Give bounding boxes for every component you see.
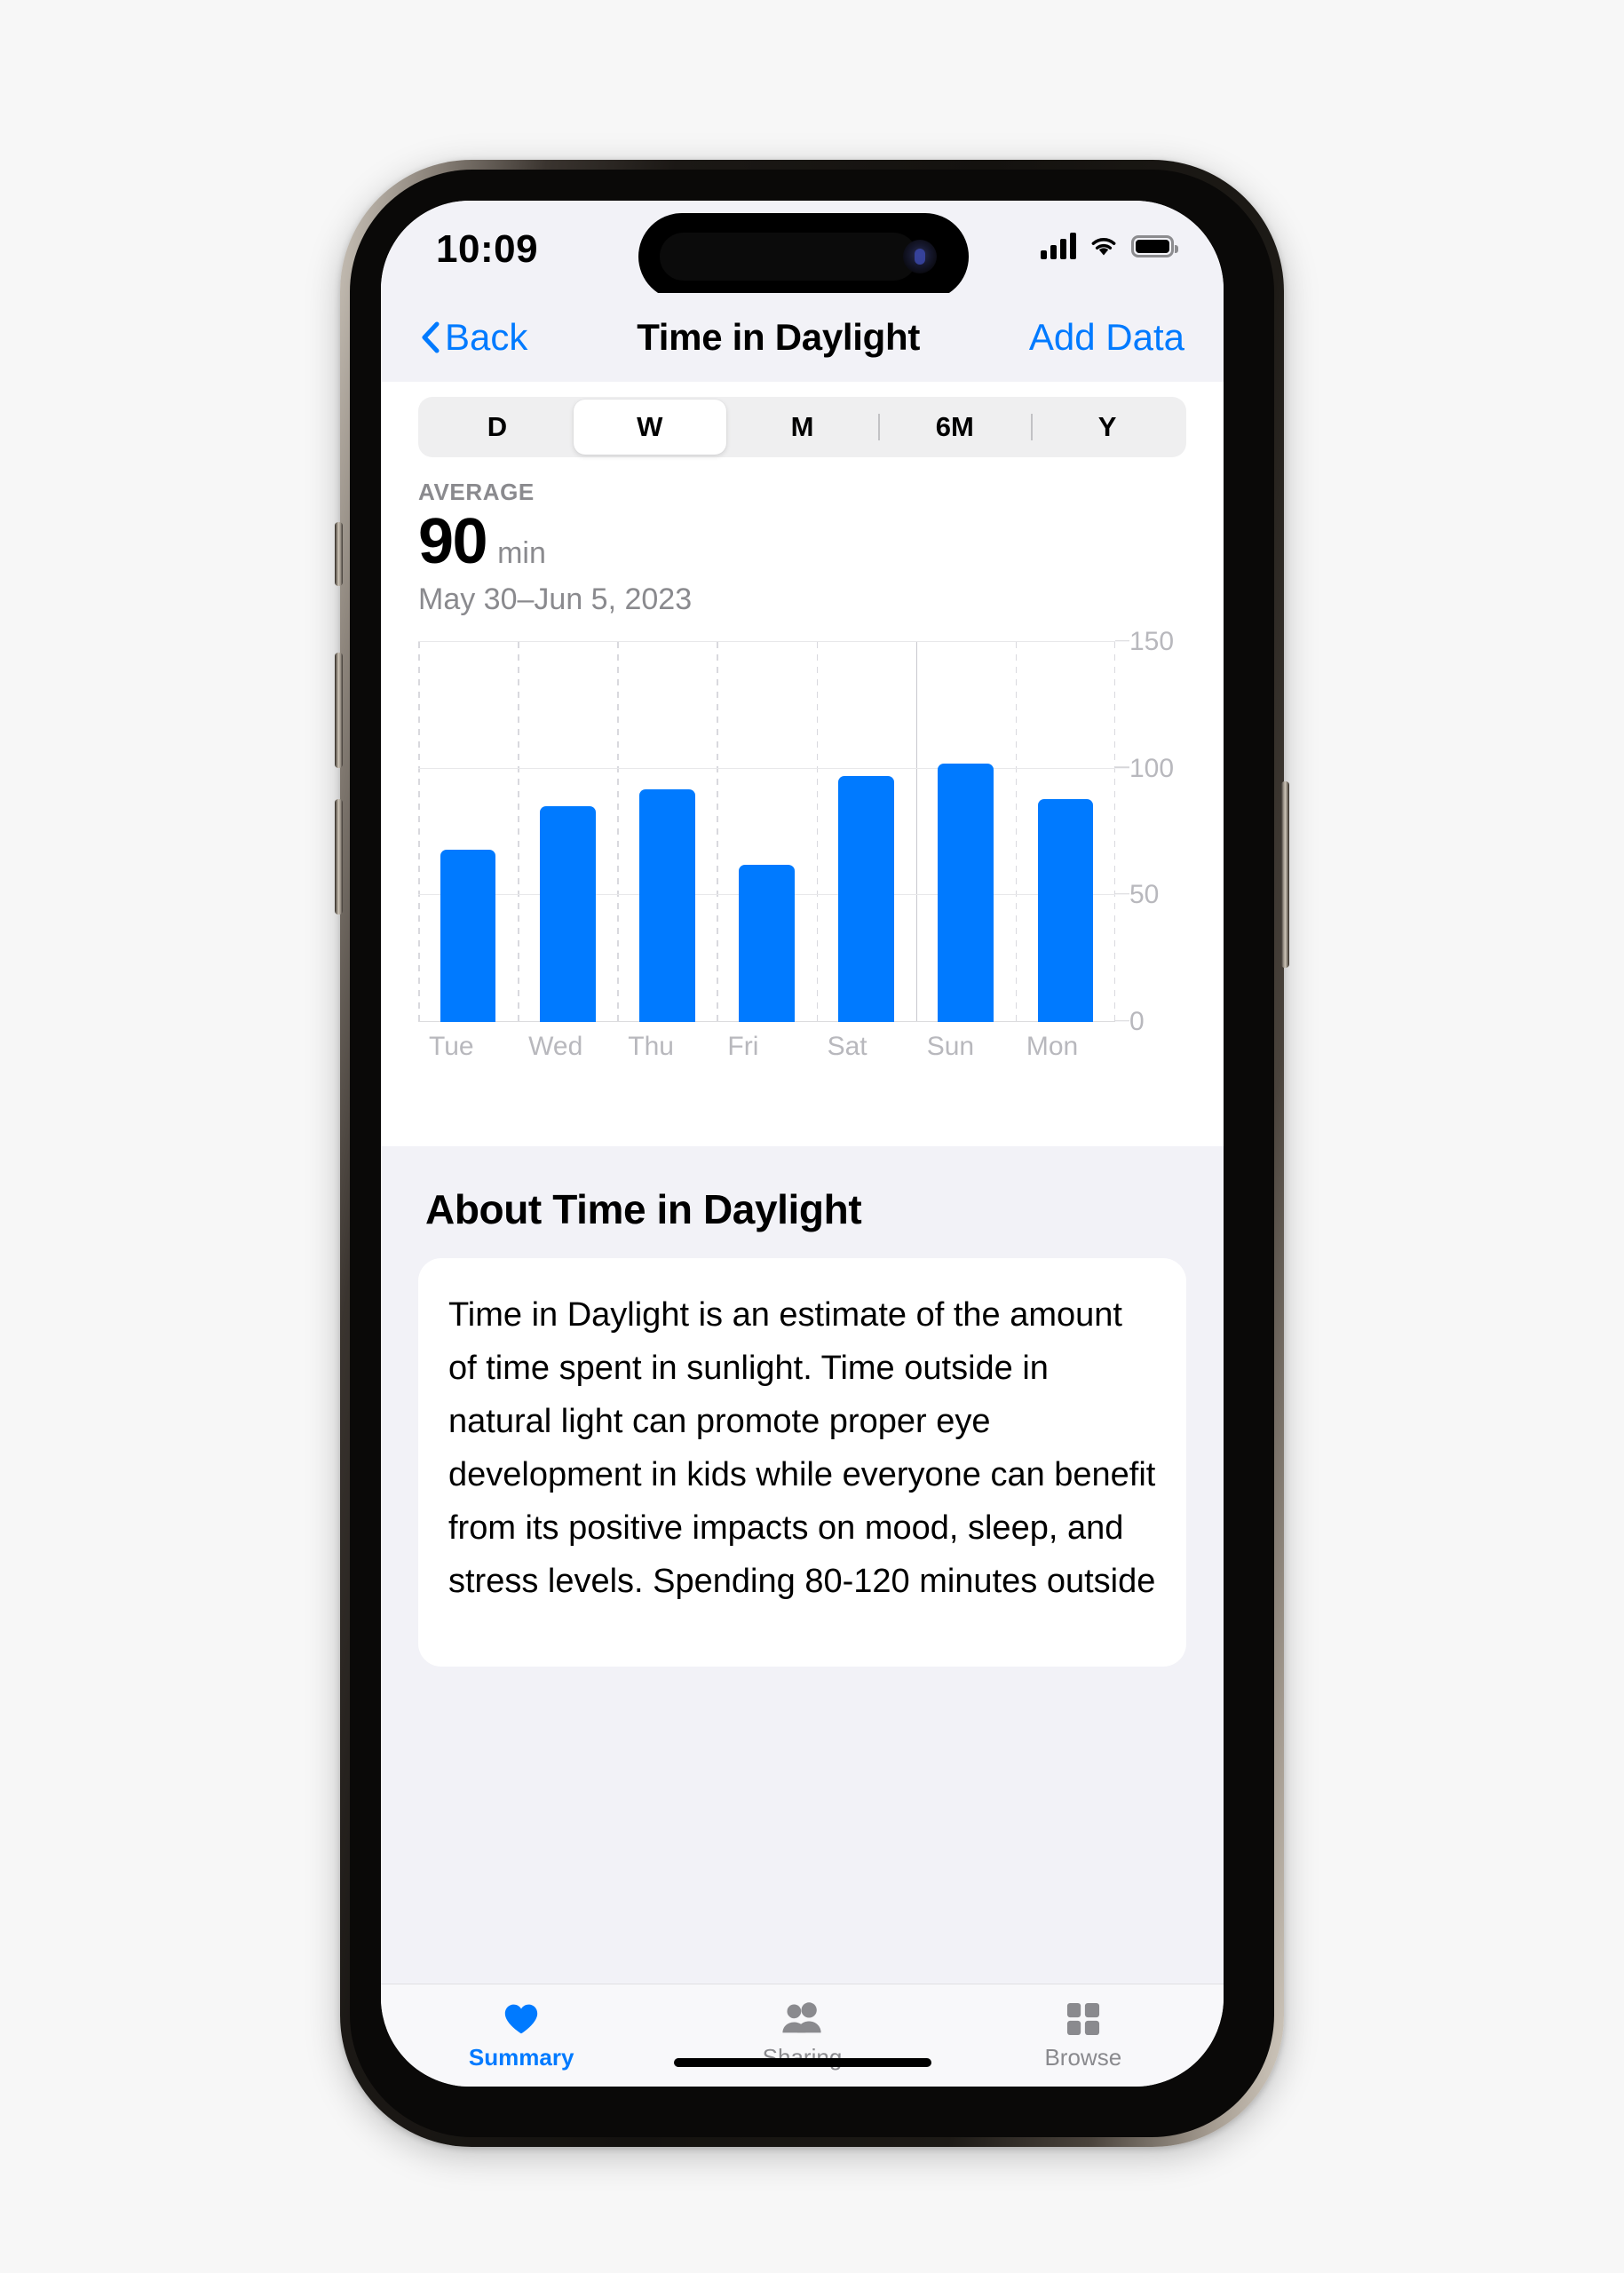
chart-bar-tue[interactable] — [440, 849, 496, 1022]
wifi-icon — [1088, 234, 1120, 258]
date-range: May 30–Jun 5, 2023 — [418, 582, 693, 616]
volume-down-button[interactable] — [335, 799, 343, 915]
x-axis-label-cell: Mon — [1016, 1026, 1115, 1068]
segment-m[interactable]: M — [726, 400, 879, 455]
chart-x-axis: Tue Wed Thu Fri Sat Sun Mon — [418, 1026, 1115, 1068]
tab-sharing[interactable]: Sharing — [661, 1984, 942, 2087]
x-axis-label-sun: Sun — [926, 1032, 975, 1061]
average-unit: min — [497, 536, 546, 570]
about-section: About Time in Daylight Time in Daylight … — [381, 1146, 1224, 1984]
chart-y-axis: 0 50 100 150 — [1115, 627, 1186, 1036]
y-axis-label-0: 0 — [1129, 1007, 1145, 1036]
average-label: AVERAGE — [418, 479, 535, 505]
x-axis-label-tue: Tue — [429, 1032, 474, 1061]
mute-switch-button[interactable] — [335, 522, 343, 586]
x-axis-label-cell: Fri — [717, 1026, 816, 1068]
average-value-row: 90 min — [418, 510, 1186, 574]
chart-bar-cell[interactable] — [916, 642, 1016, 1022]
chart-bar-fri[interactable] — [739, 865, 795, 1022]
chart-bar-cell[interactable] — [717, 642, 816, 1022]
x-axis-label-cell: Sat — [817, 1026, 916, 1068]
page-title: Time in Daylight — [637, 316, 921, 358]
dynamic-island — [638, 213, 969, 300]
chart-bar-thu[interactable] — [638, 788, 695, 1022]
chart-bar-sat[interactable] — [838, 776, 895, 1022]
x-axis-label-cell: Tue — [418, 1026, 518, 1068]
home-indicator[interactable] — [673, 2058, 931, 2067]
navigation-bar: Back Time in Daylight Add Data — [381, 293, 1224, 382]
front-camera-icon — [903, 240, 937, 273]
volume-up-button[interactable] — [335, 653, 343, 768]
chart-plot-area — [418, 641, 1115, 1022]
status-bar-time: 10:09 — [436, 227, 539, 271]
back-button[interactable]: Back — [420, 316, 527, 359]
chart-bar-cell[interactable] — [518, 642, 617, 1022]
x-axis-label-fri: Fri — [727, 1032, 759, 1061]
tab-summary[interactable]: Summary — [381, 1984, 661, 2087]
x-axis-label-cell: Thu — [617, 1026, 717, 1068]
chevron-left-icon — [420, 321, 440, 353]
segment-6m[interactable]: 6M — [878, 400, 1031, 455]
device-screen: 10:09 Back Time in Daylight Add Data D W… — [381, 201, 1224, 2087]
x-axis-label-cell: Wed — [518, 1026, 617, 1068]
grid-squares-icon — [1066, 2000, 1100, 2038]
about-card: Time in Daylight is an estimate of the a… — [418, 1258, 1186, 1667]
y-axis-tick-100 — [1115, 766, 1129, 768]
y-axis-label-50: 50 — [1129, 880, 1160, 910]
status-bar-indicators — [1041, 233, 1178, 259]
main-content: D W M 6M Y AVERAGE 90 min May 30–Jun 5, … — [381, 382, 1224, 1984]
y-axis-tick-150 — [1115, 639, 1129, 642]
heart-icon — [503, 2000, 539, 2038]
power-button[interactable] — [1281, 781, 1289, 968]
segment-d[interactable]: D — [421, 400, 574, 455]
y-axis-tick-50 — [1115, 893, 1129, 895]
y-axis-tick-0 — [1115, 1019, 1129, 1022]
x-axis-label-mon: Mon — [1026, 1032, 1079, 1061]
tab-summary-label: Summary — [468, 2043, 574, 2071]
summary-block: AVERAGE 90 min May 30–Jun 5, 2023 — [381, 457, 1224, 617]
time-range-control-wrap: D W M 6M Y — [381, 382, 1224, 457]
tab-browse[interactable]: Browse — [943, 1984, 1224, 2087]
x-axis-label-wed: Wed — [528, 1032, 583, 1061]
status-bar: 10:09 — [381, 201, 1224, 300]
chart-bar-sun[interactable] — [938, 763, 994, 1022]
cellular-signal-icon — [1041, 233, 1076, 259]
segment-y[interactable]: Y — [1031, 400, 1184, 455]
chart-bar-cell[interactable] — [817, 642, 916, 1022]
two-people-icon — [780, 2000, 823, 2038]
chart-bar-cell[interactable] — [1016, 642, 1115, 1022]
y-axis-label-100: 100 — [1129, 753, 1175, 783]
time-range-segmented-control[interactable]: D W M 6M Y — [418, 397, 1186, 457]
battery-icon — [1131, 234, 1178, 257]
iphone-device-frame: 10:09 Back Time in Daylight Add Data D W… — [340, 160, 1284, 2147]
x-axis-label-cell: Sun — [916, 1026, 1016, 1068]
about-body-text: Time in Daylight is an estimate of the a… — [448, 1296, 1156, 1601]
back-button-label: Back — [445, 316, 528, 358]
chart-bar-wed[interactable] — [539, 806, 596, 1022]
tab-browse-label: Browse — [1044, 2043, 1122, 2071]
x-axis-label-sat: Sat — [827, 1032, 867, 1061]
screenshot-stage: 10:09 Back Time in Daylight Add Data D W… — [0, 0, 1624, 2273]
daylight-bar-chart[interactable]: 0 50 100 150 Tue Wed Thu Fri Sat Sun Mon — [381, 627, 1224, 1075]
chart-bar-cell[interactable] — [418, 642, 518, 1022]
average-value: 90 — [418, 506, 488, 577]
y-axis-label-150: 150 — [1129, 627, 1175, 656]
x-axis-label-thu: Thu — [628, 1032, 674, 1061]
tab-bar: Summary Sharing Browse — [381, 1984, 1224, 2087]
segment-w[interactable]: W — [573, 400, 726, 455]
chart-bar-mon[interactable] — [1037, 798, 1094, 1022]
face-id-sensor — [660, 233, 917, 281]
add-data-button[interactable]: Add Data — [1029, 316, 1184, 359]
chart-bar-cell[interactable] — [617, 642, 717, 1022]
about-heading: About Time in Daylight — [425, 1186, 862, 1232]
chart-bars — [418, 642, 1115, 1022]
